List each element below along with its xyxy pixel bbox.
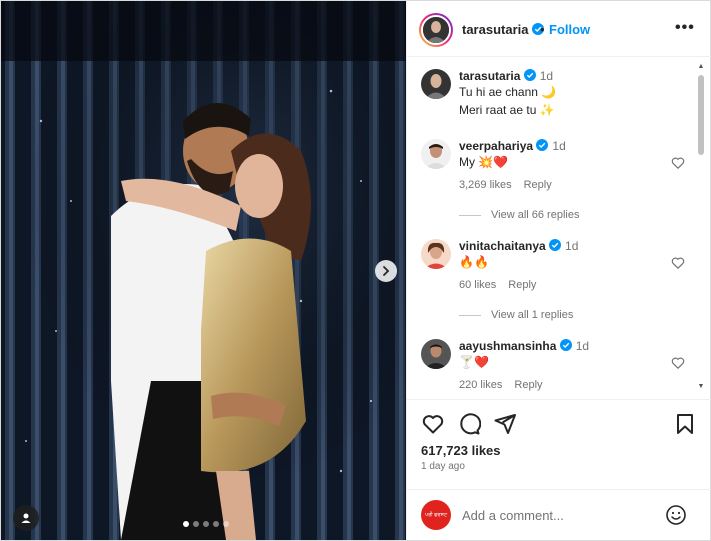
comment-text: 🍸❤️	[459, 355, 489, 369]
scrollbar-thumb[interactable]	[698, 75, 704, 155]
carousel-indicator	[183, 521, 229, 527]
post-age[interactable]: 1 day ago	[421, 461, 465, 472]
verified-icon	[536, 139, 549, 151]
view-replies-label: View all 66 replies	[491, 209, 580, 221]
reply-button[interactable]: Reply	[508, 279, 536, 291]
verified-icon	[559, 339, 572, 351]
post-photo	[1, 1, 406, 540]
comment-username[interactable]: aayushmansinha	[459, 339, 556, 353]
carousel-dot	[213, 521, 219, 527]
carousel-dot	[203, 521, 209, 527]
post-header: tarasutaria • Follow •••	[407, 1, 711, 57]
post-media[interactable]	[1, 1, 406, 540]
caption-line: Tu hi ae chann 🌙	[459, 85, 557, 99]
carousel-dot	[193, 521, 199, 527]
reply-button[interactable]: Reply	[514, 379, 542, 391]
caption-line: Meri raat ae tu ✨	[459, 103, 555, 117]
tagged-users-button[interactable]	[13, 505, 39, 531]
view-replies-label: View all 1 replies	[491, 309, 574, 321]
post-actions: 617,723 likes 1 day ago	[407, 399, 711, 489]
caption-username[interactable]: tarasutaria	[459, 69, 520, 83]
carousel-dot	[223, 521, 229, 527]
more-options-icon[interactable]: •••	[675, 19, 695, 37]
current-user-avatar[interactable]: ਪਰੀ ਫਰਸਟ	[421, 500, 451, 530]
emoji-icon[interactable]	[665, 504, 687, 526]
comment-time: 1d	[552, 139, 566, 153]
comment-time: 1d	[575, 339, 590, 353]
likes-count[interactable]: 617,723 likes	[421, 443, 501, 458]
author-avatar[interactable]	[419, 13, 453, 47]
comment-text: My 💥❤️	[459, 155, 509, 169]
author-username[interactable]: tarasutaria	[462, 22, 545, 37]
carousel-dot	[183, 521, 189, 527]
heart-icon[interactable]	[671, 156, 685, 170]
avatar[interactable]	[421, 239, 451, 269]
author-avatar-image	[423, 17, 449, 43]
comment-icon[interactable]	[457, 412, 481, 436]
user-icon	[21, 513, 31, 523]
add-comment-input[interactable]	[462, 504, 662, 526]
comments-scrollbar[interactable]: ▲ ▼	[697, 63, 705, 393]
comment-likes[interactable]: 220 likes	[459, 379, 502, 391]
verified-icon	[549, 239, 562, 251]
header-separator: •	[540, 22, 545, 37]
comment-username[interactable]: vinitachaitanya	[459, 239, 546, 253]
heart-icon[interactable]	[671, 256, 685, 270]
comment-username[interactable]: veerpahariya	[459, 139, 533, 153]
caption-time: 1d	[539, 69, 554, 83]
comments-list[interactable]: tarasutaria 1d Tu hi ae chann 🌙 Meri raa…	[407, 57, 711, 399]
post-side-panel: tarasutaria • Follow ••• tarasutaria 1d …	[406, 1, 711, 540]
scroll-up-arrow-icon[interactable]: ▲	[697, 63, 705, 71]
comment-composer: ਪਰੀ ਫਰਸਟ	[407, 489, 711, 540]
comment-likes[interactable]: 60 likes	[459, 279, 496, 291]
verified-icon	[523, 69, 536, 81]
view-replies-button[interactable]: View all 66 replies	[459, 209, 579, 221]
avatar[interactable]	[421, 139, 451, 169]
next-slide-button[interactable]	[375, 260, 397, 282]
share-icon[interactable]	[493, 412, 517, 436]
follow-button[interactable]: Follow	[549, 22, 590, 37]
save-bookmark-icon[interactable]	[673, 412, 697, 436]
avatar[interactable]	[421, 69, 451, 99]
view-replies-button[interactable]: View all 1 replies	[459, 309, 573, 321]
chevron-right-icon	[383, 266, 390, 276]
comment-time: 1d	[565, 239, 579, 253]
avatar[interactable]	[421, 339, 451, 369]
heart-icon[interactable]	[671, 356, 685, 370]
reply-button[interactable]: Reply	[524, 179, 552, 191]
comment-likes[interactable]: 3,269 likes	[459, 179, 512, 191]
scroll-down-arrow-icon[interactable]: ▼	[697, 383, 705, 391]
comment-text: 🔥🔥	[459, 255, 489, 269]
like-heart-icon[interactable]	[421, 412, 445, 436]
